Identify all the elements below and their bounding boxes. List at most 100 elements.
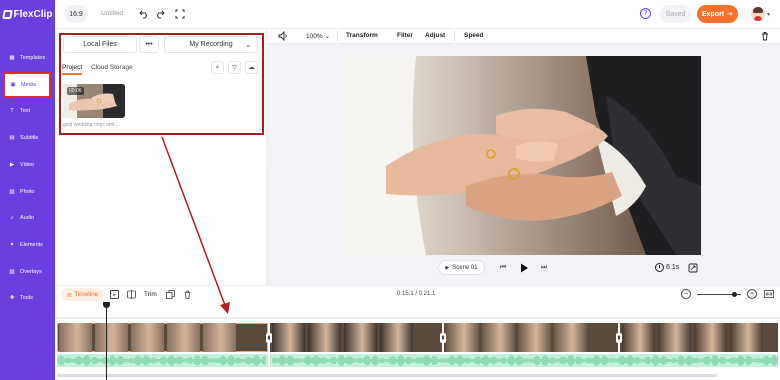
flexclip-logo[interactable]: FlexClip bbox=[0, 0, 55, 29]
toolbar-divider bbox=[337, 31, 338, 41]
expand-icon[interactable] bbox=[688, 263, 698, 273]
scene-label: Scene 01 bbox=[452, 264, 478, 271]
clip-frame bbox=[95, 323, 128, 352]
filter-button[interactable]: Filter bbox=[397, 32, 413, 39]
sidebar: ▦ Templates ▣ Media T Text ▤ Subtitle ▶ Video ▨ Pho… bbox=[0, 29, 55, 380]
tools-icon: ✚ bbox=[9, 295, 15, 302]
sidebar-item-label: Audio bbox=[20, 215, 35, 222]
edit-toolbar: 100% ⌄ Transform Filter Adjust Speed bbox=[267, 29, 780, 44]
video-icon: ▶ bbox=[9, 161, 15, 168]
sidebar-item-overlays[interactable]: ▧ Overlays bbox=[0, 259, 55, 285]
timeline-scrollbar[interactable] bbox=[57, 374, 717, 377]
timeline-toggle[interactable]: ≋ Timeline bbox=[61, 288, 104, 301]
zoom-slider-track[interactable] bbox=[697, 292, 741, 297]
audio-icon: ♪ bbox=[10, 215, 14, 222]
speed-button[interactable]: Speed bbox=[464, 32, 484, 39]
overlays-icon: ▧ bbox=[9, 268, 15, 275]
fit-timeline-icon[interactable] bbox=[764, 289, 774, 299]
export-button[interactable]: Export ➔ bbox=[697, 5, 738, 23]
sidebar-item-subtitle[interactable]: ▤ Subtitle bbox=[0, 125, 55, 151]
sidebar-item-label: Tools bbox=[20, 295, 33, 302]
sidebar-item-label: Video bbox=[20, 161, 34, 168]
photo-icon: ▨ bbox=[9, 188, 15, 195]
trim-button[interactable]: Trim bbox=[144, 291, 157, 298]
aspect-ratio-button[interactable]: 16:9 bbox=[64, 5, 88, 23]
redo-icon[interactable] bbox=[155, 9, 165, 19]
duplicate-icon[interactable] bbox=[166, 290, 175, 299]
sidebar-item-templates[interactable]: ▦ Templates bbox=[0, 45, 55, 71]
sidebar-item-audio[interactable]: ♪ Audio bbox=[0, 205, 55, 231]
media-panel-highlight bbox=[59, 33, 264, 135]
delete-icon[interactable] bbox=[760, 31, 770, 41]
zoom-dropdown[interactable]: 100% ⌄ bbox=[306, 32, 330, 40]
clip-frame bbox=[694, 323, 727, 352]
subtitle-icon: ▤ bbox=[9, 135, 15, 142]
timeline-label: Timeline bbox=[74, 291, 99, 298]
sidebar-item-video[interactable]: ▶ Video bbox=[0, 152, 55, 178]
sidebar-item-label: Photo bbox=[20, 188, 35, 195]
sidebar-item-label: Subtitle bbox=[20, 135, 39, 142]
zoom-out-icon[interactable]: − bbox=[681, 289, 691, 299]
saved-status: Saved bbox=[660, 5, 691, 23]
play-icon[interactable] bbox=[519, 262, 529, 273]
adjust-button[interactable]: Adjust bbox=[425, 32, 445, 39]
toolbar-divider bbox=[454, 31, 455, 41]
clock-icon bbox=[655, 263, 664, 272]
avatar[interactable] bbox=[751, 7, 765, 21]
undo-icon[interactable] bbox=[139, 9, 149, 19]
sidebar-item-elements[interactable]: ✦ Elements bbox=[0, 232, 55, 258]
clip-frame bbox=[308, 323, 341, 352]
skip-forward-icon[interactable]: ⏭ bbox=[539, 263, 549, 273]
sidebar-item-label: Templates bbox=[20, 55, 46, 61]
top-bar: FlexClip 16:9 Untitled ? Saved Export ➔ … bbox=[0, 0, 780, 29]
clip-frame bbox=[380, 323, 413, 352]
timeline-icon: ≋ bbox=[66, 291, 73, 299]
clip-frame bbox=[518, 323, 551, 352]
video-preview[interactable] bbox=[346, 56, 701, 255]
add-clip-icon[interactable]: ▸ bbox=[110, 290, 119, 299]
transform-button[interactable]: Transform bbox=[346, 32, 378, 39]
timecode: 0:15.1 / 0:21.1 bbox=[397, 291, 436, 297]
sidebar-item-text[interactable]: T Text bbox=[0, 98, 55, 124]
transition-handle[interactable]: ▮ bbox=[266, 333, 272, 343]
sidebar-item-photo[interactable]: ▨ Photo bbox=[0, 179, 55, 205]
clip-frame bbox=[59, 323, 92, 352]
zoom-value: 100% bbox=[306, 33, 323, 40]
sidebar-item-media[interactable]: ▣ Media bbox=[3, 71, 51, 98]
wedding-video-frame bbox=[346, 56, 701, 255]
fullscreen-icon[interactable] bbox=[175, 9, 185, 19]
scene-selector[interactable]: ▶ Scene 01 bbox=[438, 260, 485, 275]
clip-frame bbox=[554, 323, 587, 352]
transition-handle[interactable]: ▮ bbox=[616, 333, 622, 343]
help-icon[interactable]: ? bbox=[640, 8, 651, 19]
skip-back-icon[interactable]: ⏮ bbox=[498, 263, 508, 273]
export-label: Export bbox=[701, 10, 725, 18]
sidebar-item-label: Elements bbox=[20, 241, 43, 248]
text-icon: T bbox=[10, 108, 14, 115]
project-title[interactable]: Untitled bbox=[101, 10, 123, 17]
clip-frame bbox=[272, 323, 305, 352]
duration-value: 6.1s bbox=[666, 264, 680, 271]
audio-waveform bbox=[57, 355, 778, 366]
media-icon: ▣ bbox=[10, 81, 16, 88]
zoom-in-icon[interactable]: + bbox=[747, 289, 757, 299]
trash-icon[interactable] bbox=[183, 290, 192, 299]
volume-icon[interactable] bbox=[278, 31, 288, 41]
zoom-slider-knob[interactable] bbox=[731, 292, 737, 297]
transition-handle[interactable]: ▮ bbox=[440, 333, 446, 343]
sidebar-item-tools[interactable]: ✚ Tools bbox=[0, 285, 55, 311]
sidebar-item-label: Overlays bbox=[20, 268, 42, 275]
chevron-down-icon: ⌄ bbox=[324, 33, 330, 40]
sidebar-item-label: Text bbox=[20, 108, 31, 115]
account-menu-chevron-icon[interactable]: ▾ bbox=[767, 11, 770, 18]
clip-frame bbox=[344, 323, 377, 352]
clip-frame bbox=[622, 323, 655, 352]
playhead[interactable] bbox=[106, 305, 107, 380]
split-icon[interactable] bbox=[127, 290, 136, 299]
time-ruler[interactable] bbox=[55, 305, 780, 319]
clip-frame bbox=[658, 323, 691, 352]
clip-frame bbox=[167, 323, 200, 352]
clip-frame bbox=[203, 323, 236, 352]
clip-frame bbox=[482, 323, 515, 352]
scene-duration[interactable]: 6.1s bbox=[655, 263, 679, 272]
